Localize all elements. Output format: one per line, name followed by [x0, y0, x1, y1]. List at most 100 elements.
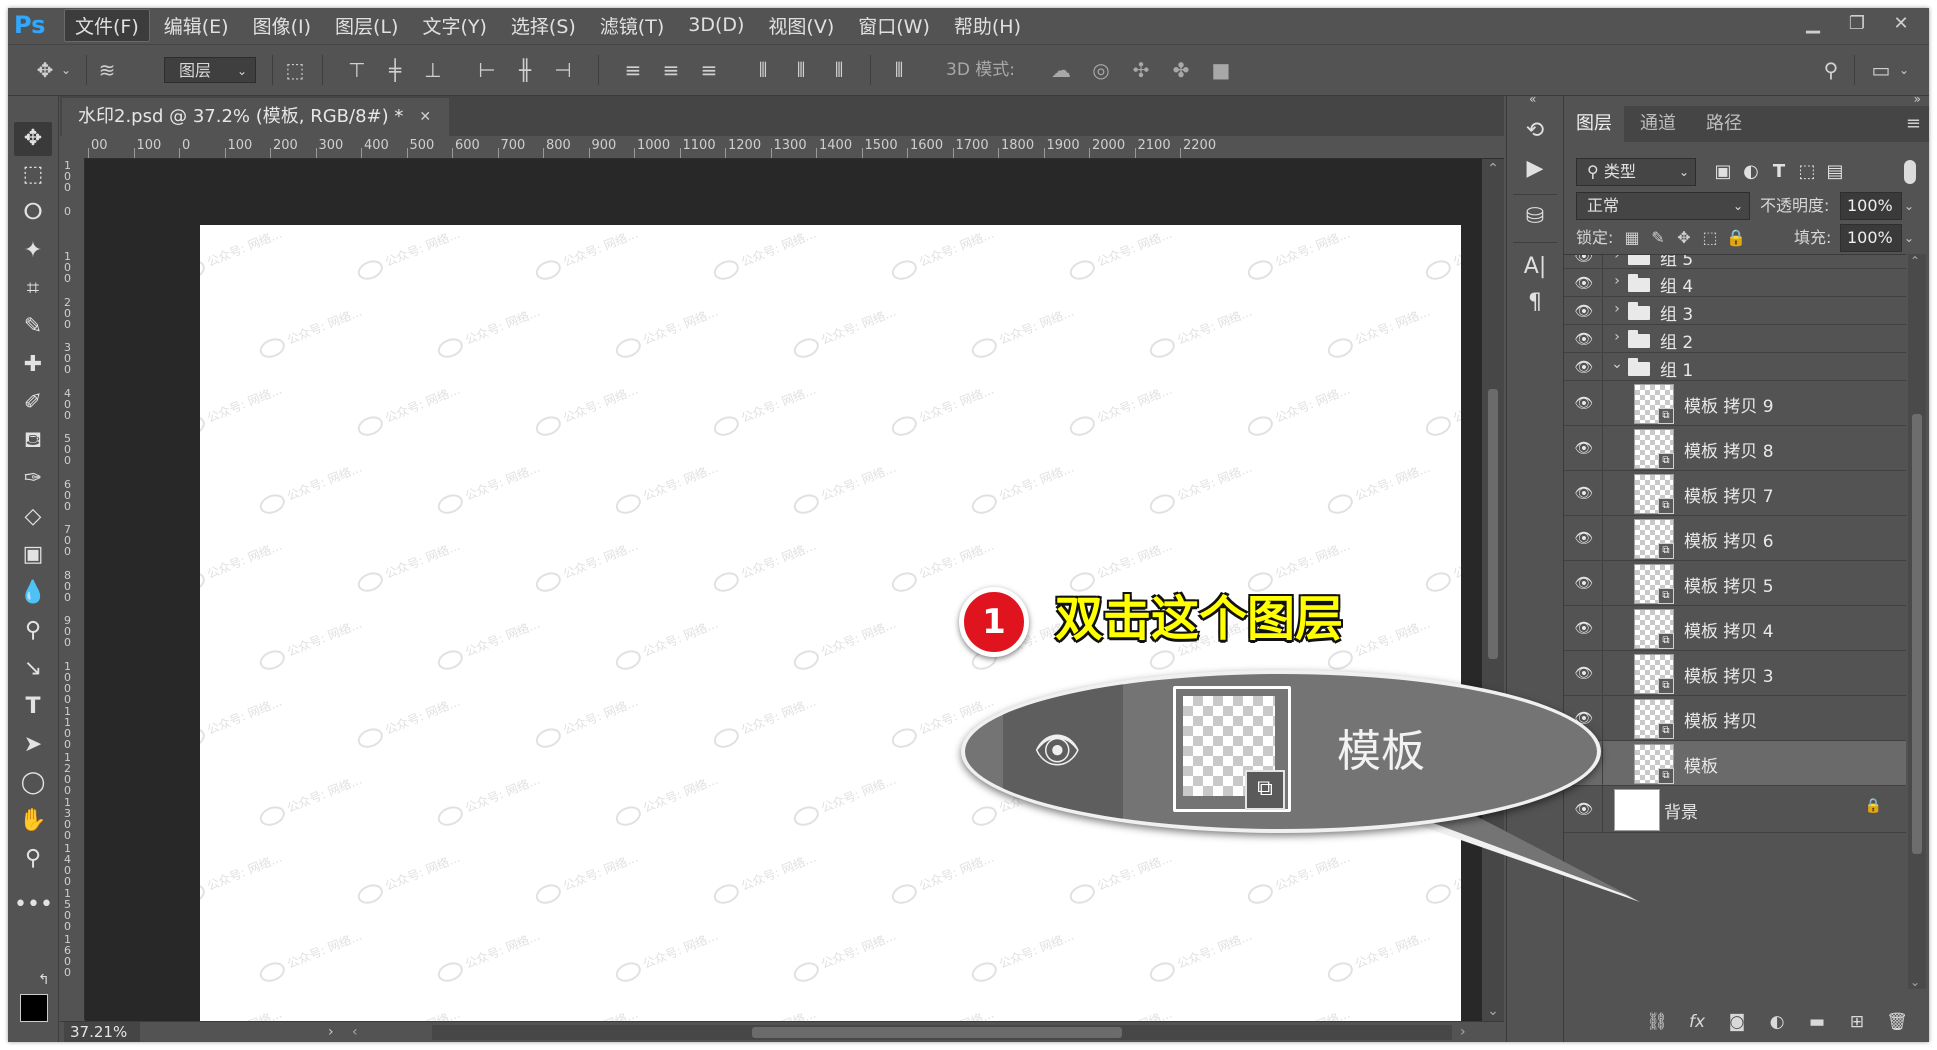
layer-row[interactable]: 👁 › 组 2: [1564, 325, 1906, 353]
status-menu-arrow-icon[interactable]: ›: [328, 1022, 334, 1042]
layer-row[interactable]: 👁 ⌄ 组 1: [1564, 353, 1906, 381]
chevron-down-icon[interactable]: ⌄: [1904, 192, 1914, 220]
chevron-right-icon[interactable]: ›: [1610, 301, 1624, 317]
scroll-up-icon[interactable]: ⌃: [1910, 254, 1920, 268]
move-tool-icon[interactable]: ✥: [14, 122, 52, 156]
menu-file[interactable]: 文件(F): [64, 8, 150, 42]
fill-input[interactable]: 100%: [1840, 224, 1902, 252]
menu-type[interactable]: 文字(Y): [412, 10, 496, 41]
marquee-tool-icon[interactable]: ⬚: [14, 158, 52, 192]
lock-transparency-icon[interactable]: ▦: [1620, 224, 1644, 252]
3d-camera-icon[interactable]: ■: [1206, 57, 1236, 83]
menu-image[interactable]: 图像(I): [243, 10, 321, 41]
distribute-left-icon[interactable]: ⦀: [748, 57, 778, 83]
align-left-icon[interactable]: ⊢: [472, 57, 502, 83]
eraser-tool-icon[interactable]: ◇: [14, 500, 52, 534]
tab-layers[interactable]: 图层: [1564, 106, 1624, 142]
workspace-icon[interactable]: ▭: [1866, 57, 1896, 83]
blend-mode-dropdown[interactable]: 正常 ⌄: [1576, 192, 1750, 220]
lock-position-icon[interactable]: ✥: [1672, 224, 1696, 252]
layer-filter-dropdown[interactable]: ⚲ 类型 ⌄: [1576, 158, 1696, 186]
close-icon[interactable]: ✕: [419, 98, 431, 136]
libraries-panel-icon[interactable]: ⛁: [1517, 200, 1553, 234]
move-icon[interactable]: ✥: [30, 57, 60, 83]
canvas-vertical-scrollbar[interactable]: ⌃ ⌄: [1482, 159, 1504, 1021]
swap-colors-icon[interactable]: ↰: [38, 972, 50, 988]
collapse-dock-icon[interactable]: «: [1529, 92, 1536, 106]
layer-row[interactable]: 👁 › 组 4: [1564, 269, 1906, 297]
lock-artboard-icon[interactable]: ⬚: [1698, 224, 1722, 252]
layer-row[interactable]: 👁 ⧉ 模板 拷贝 7: [1564, 471, 1906, 516]
history-brush-tool-icon[interactable]: ✑: [14, 462, 52, 496]
canvas-horizontal-scrollbar[interactable]: [432, 1025, 1452, 1040]
filter-shape-icon[interactable]: ⬚: [1794, 158, 1820, 186]
chevron-down-icon[interactable]: ⌄: [1896, 57, 1912, 83]
distribute-hcenter-icon[interactable]: ⦀: [786, 57, 816, 83]
filter-adjustment-icon[interactable]: ◐: [1738, 158, 1764, 186]
layer-row[interactable]: 👁 ⧉ 模板 拷贝: [1564, 696, 1906, 741]
filter-smart-object-icon[interactable]: ▤: [1822, 158, 1848, 186]
scroll-left-icon[interactable]: ‹: [352, 1022, 358, 1042]
menu-window[interactable]: 窗口(W): [848, 10, 940, 41]
distribute-vcenter-icon[interactable]: ≡: [656, 57, 686, 83]
minimize-icon[interactable]: ▁: [1791, 10, 1835, 38]
pen-tool-icon[interactable]: ↘: [14, 652, 52, 686]
align-hcenter-icon[interactable]: ╫: [510, 57, 540, 83]
zoom-level-field[interactable]: 37.21%: [64, 1022, 140, 1042]
visibility-eye-icon[interactable]: 👁: [1572, 274, 1596, 292]
tab-channels[interactable]: 通道: [1628, 106, 1688, 142]
scrollbar-thumb[interactable]: [1488, 389, 1498, 659]
visibility-eye-icon[interactable]: 👁: [1572, 529, 1596, 547]
foreground-color-swatch[interactable]: [20, 994, 48, 1022]
filter-toggle-switch[interactable]: [1904, 160, 1916, 184]
align-bottom-icon[interactable]: ⊥: [418, 57, 448, 83]
lock-pixels-icon[interactable]: ✎: [1646, 224, 1670, 252]
filter-pixel-icon[interactable]: ▣: [1710, 158, 1736, 186]
layer-row-selected[interactable]: 👁 ⧉ 模板: [1564, 741, 1906, 786]
scrollbar-thumb[interactable]: [752, 1027, 1122, 1038]
add-mask-icon[interactable]: ◙: [1725, 1012, 1749, 1032]
auto-select-dropdown[interactable]: 图层 ⌄: [164, 57, 256, 83]
gradient-tool-icon[interactable]: ▣: [14, 538, 52, 572]
distribute-right-icon[interactable]: ⦀: [824, 57, 854, 83]
menu-filter[interactable]: 滤镜(T): [590, 10, 674, 41]
visibility-eye-icon[interactable]: 👁: [1572, 439, 1596, 457]
scroll-up-icon[interactable]: ⌃: [1482, 161, 1504, 177]
visibility-eye-icon[interactable]: 👁: [1572, 619, 1596, 637]
visibility-eye-icon[interactable]: 👁: [1572, 358, 1596, 376]
menu-edit[interactable]: 编辑(E): [154, 10, 239, 41]
paragraph-panel-icon[interactable]: ¶: [1517, 286, 1553, 320]
visibility-eye-icon[interactable]: 👁: [1572, 330, 1596, 348]
layer-row[interactable]: 👁 ⧉ 模板 拷贝 5: [1564, 561, 1906, 606]
layer-row[interactable]: 👁 ⧉ 模板 拷贝 6: [1564, 516, 1906, 561]
layer-row[interactable]: 👁 背景 🔒: [1564, 786, 1906, 833]
crop-tool-icon[interactable]: ⌗: [14, 272, 52, 306]
align-vcenter-icon[interactable]: ╪: [380, 57, 410, 83]
brush-tool-icon[interactable]: ✐: [14, 386, 52, 420]
menu-layer[interactable]: 图层(L): [325, 10, 408, 41]
layer-list-scrollbar[interactable]: ⌃ ⌄: [1908, 254, 1926, 989]
layer-style-fx-icon[interactable]: fx: [1685, 1012, 1709, 1032]
visibility-eye-icon[interactable]: 👁: [1572, 800, 1596, 818]
actions-panel-icon[interactable]: ▶: [1517, 152, 1553, 186]
eyedropper-tool-icon[interactable]: ✎: [14, 310, 52, 344]
lasso-tool-icon[interactable]: ⵔ: [14, 196, 52, 230]
type-tool-icon[interactable]: T: [14, 690, 52, 724]
layer-row[interactable]: 👁 ⧉ 模板 拷贝 9: [1564, 381, 1906, 426]
layers-stack-icon[interactable]: ≋: [92, 57, 122, 83]
blur-tool-icon[interactable]: 💧: [14, 576, 52, 610]
layer-row[interactable]: 👁 › 组 5: [1564, 255, 1906, 270]
layer-row[interactable]: 👁 › 组 3: [1564, 297, 1906, 325]
link-layers-icon[interactable]: ⛓: [1645, 1012, 1669, 1032]
close-icon[interactable]: ✕: [1879, 10, 1923, 38]
tab-paths[interactable]: 路径: [1694, 106, 1754, 142]
align-top-icon[interactable]: ⊤: [342, 57, 372, 83]
visibility-eye-icon[interactable]: 👁: [1572, 394, 1596, 412]
3d-pan-icon[interactable]: ✣: [1126, 57, 1156, 83]
new-adjustment-layer-icon[interactable]: ◐: [1765, 1012, 1789, 1032]
scroll-down-icon[interactable]: ⌄: [1910, 975, 1920, 989]
document-tab[interactable]: 水印2.psd @ 37.2% (模板, RGB/8#) * ✕: [62, 98, 450, 136]
layer-row[interactable]: 👁 ⧉ 模板 拷贝 4: [1564, 606, 1906, 651]
layer-row[interactable]: 👁 ⧉ 模板 拷贝 3: [1564, 651, 1906, 696]
chevron-right-icon[interactable]: ›: [1610, 329, 1624, 345]
